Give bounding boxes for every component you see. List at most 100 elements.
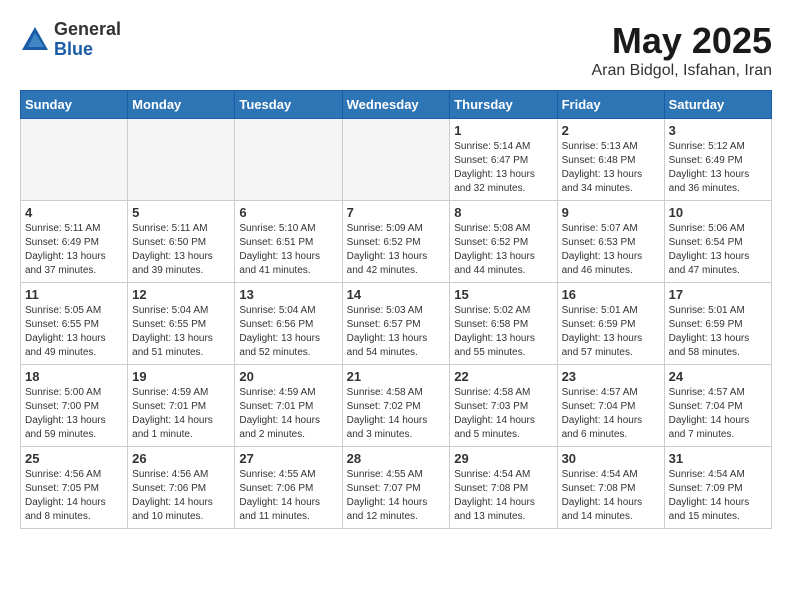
day-number: 20 — [239, 369, 337, 384]
calendar-cell: 4 Sunrise: 5:11 AM Sunset: 6:49 PM Daylig… — [21, 201, 128, 283]
weekday-header-saturday: Saturday — [664, 91, 771, 119]
day-number: 23 — [562, 369, 660, 384]
calendar-cell: 12Sunrise: 5:04 AM Sunset: 6:55 PM Dayli… — [128, 283, 235, 365]
day-number: 12 — [132, 287, 230, 302]
day-info: Sunrise: 5:06 AM Sunset: 6:54 PM Dayligh… — [669, 222, 767, 278]
day-info: Sunrise: 4:54 AM Sunset: 7:09 PM Dayligh… — [669, 468, 767, 524]
day-number: 27 — [239, 451, 337, 466]
day-info: Sunrise: 5:01 AM Sunset: 6:59 PM Dayligh… — [669, 304, 767, 360]
calendar-week-5: 25 Sunrise: 4:56 AM Sunset: 7:05 PM Dayli… — [21, 447, 772, 529]
calendar-week-1: 1 Sunrise: 5:14 AM Sunset: 6:47 PM Daylig… — [21, 119, 772, 201]
day-number: 17 — [669, 287, 767, 302]
logo-blue-text: Blue — [54, 40, 121, 60]
calendar-cell: 13 Sunrise: 5:04 AM Sunset: 6:56 PM Dayli… — [235, 283, 342, 365]
day-info: Sunrise: 5:08 AM Sunset: 6:52 PM Dayligh… — [454, 222, 552, 278]
day-info: Sunrise: 4:57 AM Sunset: 7:04 PM Dayligh… — [562, 386, 660, 442]
day-info: Sunrise: 4:54 AM Sunset: 7:08 PM Dayligh… — [454, 468, 552, 524]
day-info: Sunrise: 4:55 AM Sunset: 7:07 PM Dayligh… — [347, 468, 446, 524]
weekday-header-thursday: Thursday — [450, 91, 557, 119]
day-number: 14 — [347, 287, 446, 302]
weekday-header-sunday: Sunday — [21, 91, 128, 119]
day-number: 30 — [562, 451, 660, 466]
calendar-cell: 7Sunrise: 5:09 AM Sunset: 6:52 PM Daylig… — [342, 201, 450, 283]
day-info: Sunrise: 5:11 AM Sunset: 6:49 PM Dayligh… — [25, 222, 123, 278]
day-number: 25 — [25, 451, 123, 466]
logo-general-text: General — [54, 20, 121, 40]
calendar-cell: 1 Sunrise: 5:14 AM Sunset: 6:47 PM Daylig… — [450, 119, 557, 201]
day-info: Sunrise: 5:00 AM Sunset: 7:00 PM Dayligh… — [25, 386, 123, 442]
day-info: Sunrise: 5:14 AM Sunset: 6:47 PM Dayligh… — [454, 140, 552, 196]
calendar-cell: 18 Sunrise: 5:00 AM Sunset: 7:00 PM Dayli… — [21, 365, 128, 447]
day-info: Sunrise: 4:55 AM Sunset: 7:06 PM Dayligh… — [239, 468, 337, 524]
calendar-cell — [342, 119, 450, 201]
logo-icon — [20, 25, 50, 55]
calendar-week-2: 4 Sunrise: 5:11 AM Sunset: 6:49 PM Daylig… — [21, 201, 772, 283]
day-number: 15 — [454, 287, 552, 302]
calendar-cell — [128, 119, 235, 201]
logo: General Blue — [20, 20, 121, 60]
logo-text: General Blue — [54, 20, 121, 60]
day-number: 26 — [132, 451, 230, 466]
day-number: 5 — [132, 205, 230, 220]
calendar-cell: 29 Sunrise: 4:54 AM Sunset: 7:08 PM Dayli… — [450, 447, 557, 529]
calendar-cell: 19 Sunrise: 4:59 AM Sunset: 7:01 PM Dayli… — [128, 365, 235, 447]
calendar-cell: 26 Sunrise: 4:56 AM Sunset: 7:06 PM Dayli… — [128, 447, 235, 529]
calendar-cell: 20 Sunrise: 4:59 AM Sunset: 7:01 PM Dayli… — [235, 365, 342, 447]
day-info: Sunrise: 5:09 AM Sunset: 6:52 PM Dayligh… — [347, 222, 446, 278]
day-info: Sunrise: 4:57 AM Sunset: 7:04 PM Dayligh… — [669, 386, 767, 442]
day-info: Sunrise: 4:59 AM Sunset: 7:01 PM Dayligh… — [132, 386, 230, 442]
day-info: Sunrise: 5:12 AM Sunset: 6:49 PM Dayligh… — [669, 140, 767, 196]
calendar-cell — [21, 119, 128, 201]
calendar-cell — [235, 119, 342, 201]
calendar-cell: 22Sunrise: 4:58 AM Sunset: 7:03 PM Dayli… — [450, 365, 557, 447]
day-number: 11 — [25, 287, 123, 302]
calendar-title: May 2025 — [591, 20, 772, 62]
day-info: Sunrise: 4:58 AM Sunset: 7:02 PM Dayligh… — [347, 386, 446, 442]
calendar-cell: 11 Sunrise: 5:05 AM Sunset: 6:55 PM Dayli… — [21, 283, 128, 365]
calendar-cell: 10 Sunrise: 5:06 AM Sunset: 6:54 PM Dayli… — [664, 201, 771, 283]
day-info: Sunrise: 5:01 AM Sunset: 6:59 PM Dayligh… — [562, 304, 660, 360]
day-number: 9 — [562, 205, 660, 220]
calendar-cell: 6 Sunrise: 5:10 AM Sunset: 6:51 PM Daylig… — [235, 201, 342, 283]
calendar-location: Aran Bidgol, Isfahan, Iran — [591, 62, 772, 80]
day-number: 31 — [669, 451, 767, 466]
calendar-cell: 2Sunrise: 5:13 AM Sunset: 6:48 PM Daylig… — [557, 119, 664, 201]
day-number: 8 — [454, 205, 552, 220]
calendar-cell: 31 Sunrise: 4:54 AM Sunset: 7:09 PM Dayli… — [664, 447, 771, 529]
day-info: Sunrise: 4:59 AM Sunset: 7:01 PM Dayligh… — [239, 386, 337, 442]
day-info: Sunrise: 5:13 AM Sunset: 6:48 PM Dayligh… — [562, 140, 660, 196]
day-number: 13 — [239, 287, 337, 302]
day-number: 19 — [132, 369, 230, 384]
day-number: 6 — [239, 205, 337, 220]
weekday-header-tuesday: Tuesday — [235, 91, 342, 119]
calendar-cell: 8 Sunrise: 5:08 AM Sunset: 6:52 PM Daylig… — [450, 201, 557, 283]
day-info: Sunrise: 4:56 AM Sunset: 7:06 PM Dayligh… — [132, 468, 230, 524]
weekday-header-monday: Monday — [128, 91, 235, 119]
calendar-cell: 16Sunrise: 5:01 AM Sunset: 6:59 PM Dayli… — [557, 283, 664, 365]
calendar-week-4: 18 Sunrise: 5:00 AM Sunset: 7:00 PM Dayli… — [21, 365, 772, 447]
calendar-week-3: 11 Sunrise: 5:05 AM Sunset: 6:55 PM Dayli… — [21, 283, 772, 365]
calendar-cell: 21Sunrise: 4:58 AM Sunset: 7:02 PM Dayli… — [342, 365, 450, 447]
calendar-cell: 23 Sunrise: 4:57 AM Sunset: 7:04 PM Dayli… — [557, 365, 664, 447]
day-number: 1 — [454, 123, 552, 138]
day-number: 4 — [25, 205, 123, 220]
day-number: 10 — [669, 205, 767, 220]
day-info: Sunrise: 4:56 AM Sunset: 7:05 PM Dayligh… — [25, 468, 123, 524]
day-info: Sunrise: 5:05 AM Sunset: 6:55 PM Dayligh… — [25, 304, 123, 360]
calendar-cell: 30Sunrise: 4:54 AM Sunset: 7:08 PM Dayli… — [557, 447, 664, 529]
day-number: 18 — [25, 369, 123, 384]
calendar-cell: 27 Sunrise: 4:55 AM Sunset: 7:06 PM Dayli… — [235, 447, 342, 529]
weekday-header-friday: Friday — [557, 91, 664, 119]
day-number: 24 — [669, 369, 767, 384]
calendar-cell: 24 Sunrise: 4:57 AM Sunset: 7:04 PM Dayli… — [664, 365, 771, 447]
day-info: Sunrise: 5:10 AM Sunset: 6:51 PM Dayligh… — [239, 222, 337, 278]
calendar-cell: 5Sunrise: 5:11 AM Sunset: 6:50 PM Daylig… — [128, 201, 235, 283]
day-info: Sunrise: 5:04 AM Sunset: 6:56 PM Dayligh… — [239, 304, 337, 360]
calendar-cell: 25 Sunrise: 4:56 AM Sunset: 7:05 PM Dayli… — [21, 447, 128, 529]
day-info: Sunrise: 4:58 AM Sunset: 7:03 PM Dayligh… — [454, 386, 552, 442]
calendar-table: SundayMondayTuesdayWednesdayThursdayFrid… — [20, 90, 772, 529]
day-number: 29 — [454, 451, 552, 466]
calendar-cell: 3Sunrise: 5:12 AM Sunset: 6:49 PM Daylig… — [664, 119, 771, 201]
calendar-cell: 17 Sunrise: 5:01 AM Sunset: 6:59 PM Dayli… — [664, 283, 771, 365]
day-info: Sunrise: 5:02 AM Sunset: 6:58 PM Dayligh… — [454, 304, 552, 360]
